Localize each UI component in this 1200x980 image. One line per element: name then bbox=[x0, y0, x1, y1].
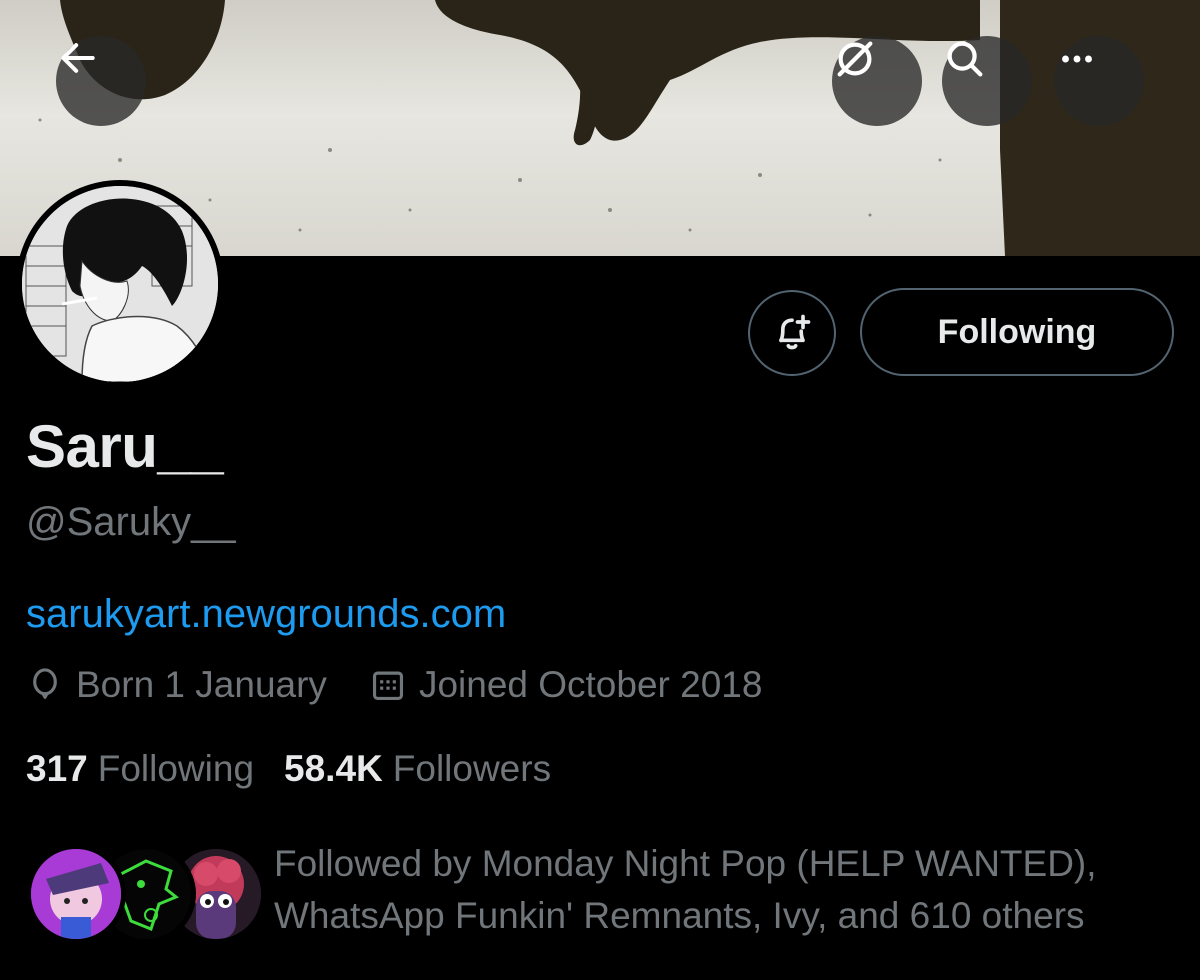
birthday-item: Born 1 January bbox=[26, 664, 327, 706]
more-button[interactable] bbox=[1054, 36, 1144, 126]
search-icon bbox=[947, 41, 983, 77]
joined-item: Joined October 2018 bbox=[369, 664, 763, 706]
joined-text: Joined October 2018 bbox=[418, 664, 763, 705]
followed-by-line-1: Followed by Monday Night Pop (HELP WANTE… bbox=[274, 843, 1097, 884]
balloon-icon bbox=[33, 668, 57, 699]
following-label: Following bbox=[97, 748, 255, 789]
user-handle: @Saruky__ bbox=[26, 500, 236, 544]
birthday-text: Born 1 January bbox=[76, 664, 327, 705]
followers-count: 58.4K bbox=[284, 748, 383, 789]
search-button[interactable] bbox=[942, 36, 1032, 126]
following-button[interactable]: Following bbox=[860, 288, 1174, 376]
followers-stat[interactable]: 58.4K Followers bbox=[284, 748, 551, 790]
calendar-icon bbox=[372, 671, 403, 701]
profile-avatar[interactable] bbox=[16, 180, 224, 388]
following-count: 317 bbox=[26, 748, 88, 789]
grok-icon bbox=[837, 41, 873, 77]
notifications-button[interactable] bbox=[748, 290, 836, 376]
website-link[interactable]: sarukyart.newgrounds.com bbox=[26, 592, 506, 637]
followed-by-line-2: WhatsApp Funkin' Remnants, Ivy, and 610 … bbox=[274, 895, 1085, 936]
profile-meta: Born 1 January Joined October 2018 bbox=[26, 664, 762, 706]
grok-button[interactable] bbox=[832, 36, 922, 126]
bell-plus-icon bbox=[779, 314, 811, 350]
followers-label: Followers bbox=[392, 748, 552, 789]
more-horizontal-icon bbox=[1062, 55, 1092, 63]
follower-avatar bbox=[26, 844, 126, 944]
followed-by-avatars[interactable] bbox=[26, 844, 266, 944]
following-stat[interactable]: 317 Following bbox=[26, 748, 254, 790]
followed-by-text[interactable]: Followed by Monday Night Pop (HELP WANTE… bbox=[274, 838, 1174, 942]
back-button[interactable] bbox=[56, 36, 146, 126]
display-name: Saru__ bbox=[26, 413, 224, 480]
follow-stats: 317 Following 58.4K Followers bbox=[26, 748, 551, 790]
arrow-left-icon bbox=[61, 43, 95, 73]
avatar-image bbox=[22, 186, 218, 382]
